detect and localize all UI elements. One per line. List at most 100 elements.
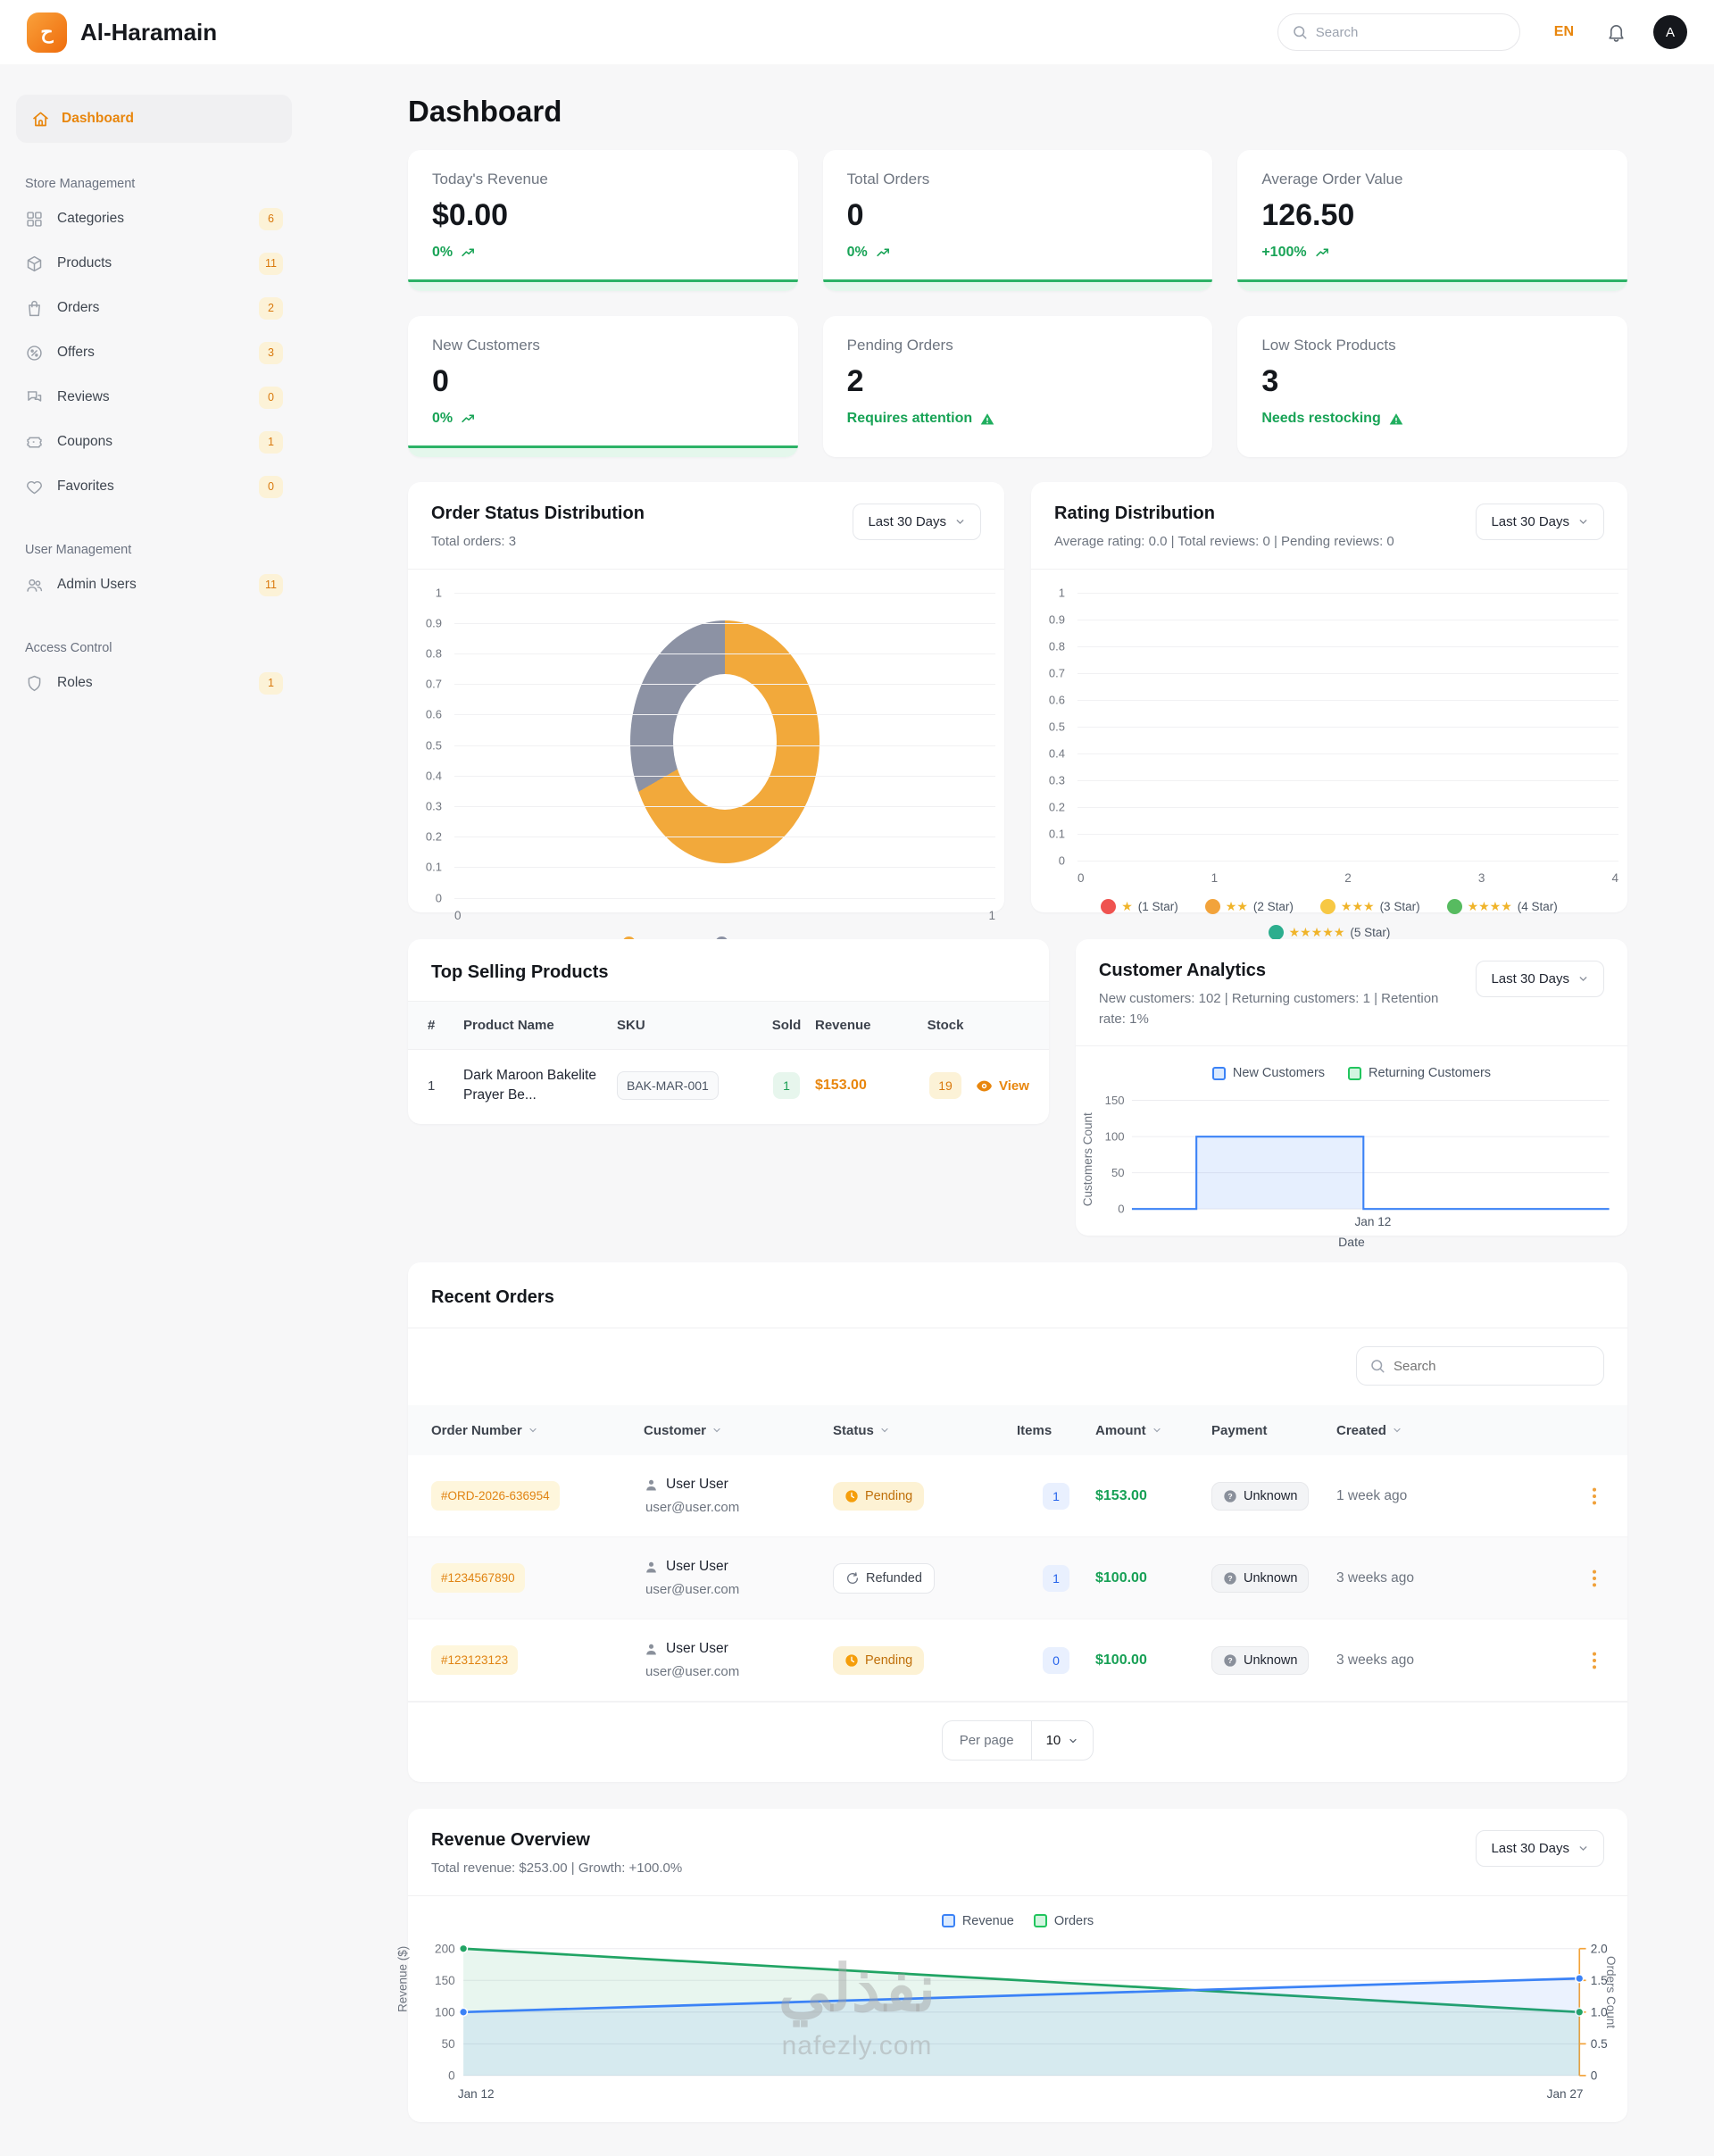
column-header-created[interactable]: Created (1336, 1423, 1542, 1438)
y-axis-label-left: Revenue ($) (396, 1946, 410, 2012)
order-number-badge[interactable]: #123123123 (431, 1645, 518, 1675)
orders-search-input[interactable] (1394, 1359, 1591, 1374)
order-number-badge[interactable]: #1234567890 (431, 1563, 525, 1593)
view-product-button[interactable]: View (976, 1078, 1029, 1094)
y-axis-tick: 0.3 (1049, 773, 1065, 787)
column-header-label: Items (1017, 1423, 1052, 1438)
status-badge: Pending (833, 1482, 924, 1511)
chevron-down-icon (1577, 1843, 1589, 1854)
column-header-label: Order Number (431, 1423, 522, 1438)
stat-change: 0% (432, 411, 774, 427)
x-axis-tick: Jan 12 (1354, 1215, 1391, 1228)
svg-text:50: 50 (442, 2037, 456, 2051)
y-axis-tick: 0.8 (1049, 639, 1065, 653)
customer-cell: User Useruser@user.com (644, 1477, 833, 1515)
column-header-status[interactable]: Status (833, 1423, 1017, 1438)
global-search[interactable] (1277, 13, 1520, 51)
customer-cell: User Useruser@user.com (644, 1559, 833, 1597)
legend-swatch (1034, 1914, 1047, 1927)
count-badge: 0 (259, 476, 283, 498)
star-icons: ★★ (1226, 899, 1248, 914)
customer-cell: User Useruser@user.com (644, 1641, 833, 1679)
gridline: 0.5 (1077, 727, 1618, 728)
stat-value: 3 (1261, 364, 1603, 399)
stat-change: +100% (1261, 245, 1603, 261)
grid-icon (25, 210, 44, 229)
y-axis-tick: 0.2 (426, 830, 442, 844)
chart-legend: RevenueOrders (408, 1914, 1627, 1928)
bag-icon (25, 299, 44, 318)
column-header-order-number[interactable]: Order Number (431, 1423, 644, 1438)
row-menu-button[interactable] (1585, 1565, 1604, 1592)
percent-badge-icon (25, 344, 44, 362)
sidebar-item-offers[interactable]: Offers3 (16, 330, 292, 375)
date-range-dropdown[interactable]: Last 30 Days (853, 504, 981, 540)
count-badge: 2 (259, 297, 283, 320)
column-header-payment: Payment (1211, 1423, 1336, 1438)
search-input[interactable] (1316, 25, 1506, 40)
x-axis-tick: 1 (988, 909, 995, 922)
brand-name: Al-Haramain (80, 19, 217, 46)
legend-dot (1101, 899, 1116, 914)
stat-value: 2 (847, 364, 1189, 399)
warning-icon (1388, 412, 1404, 427)
date-range-dropdown[interactable]: Last 30 Days (1476, 1830, 1604, 1867)
sidebar-item-dashboard[interactable]: Dashboard (16, 95, 292, 143)
legend-item: Returning Customers (1348, 1066, 1491, 1080)
stat-label: Today's Revenue (432, 171, 774, 188)
amount-value: $153.00 (1095, 1488, 1211, 1504)
column-header-label: Amount (1095, 1423, 1146, 1438)
sidebar-item-categories[interactable]: Categories6 (16, 196, 292, 241)
sidebar-item-label: Coupons (57, 434, 112, 450)
card-accent-bar (408, 445, 798, 457)
y-axis-tick: 0.8 (426, 646, 442, 660)
column-header-label: Payment (1211, 1423, 1268, 1438)
y-axis-tick: 0.7 (1049, 666, 1065, 679)
stat-cards: Today's Revenue$0.000%Total Orders00%Ave… (408, 150, 1627, 457)
orders-search[interactable] (1356, 1346, 1604, 1386)
column-header-customer[interactable]: Customer (644, 1423, 833, 1438)
sidebar-item-favorites[interactable]: Favorites0 (16, 464, 292, 509)
ticket-icon (25, 433, 44, 452)
row-menu-button[interactable] (1585, 1647, 1604, 1674)
gridline: 0.6 (454, 714, 995, 715)
sidebar-item-reviews[interactable]: Reviews0 (16, 375, 292, 420)
stat-card-low-stock-products: Low Stock Products3Needs restocking (1237, 316, 1627, 457)
stat-card-total-orders: Total Orders00% (823, 150, 1213, 291)
column-header-amount[interactable]: Amount (1095, 1423, 1211, 1438)
rating-legend-item: ★★(2 Star) (1205, 899, 1294, 914)
svg-text:0: 0 (448, 2069, 455, 2082)
rating-legend-item: ★★★(3 Star) (1320, 899, 1420, 914)
per-page-label: Per page (943, 1721, 1031, 1760)
user-avatar[interactable]: A (1653, 15, 1687, 49)
svg-text:0.5: 0.5 (1591, 2037, 1608, 2051)
column-header: Product Name (463, 1018, 617, 1033)
customer-name: User User (666, 1477, 728, 1493)
sidebar-item-orders[interactable]: Orders2 (16, 286, 292, 330)
svg-text:100: 100 (1105, 1129, 1125, 1143)
per-page-control[interactable]: Per page 10 (942, 1720, 1094, 1761)
order-number-badge[interactable]: #ORD-2026-636954 (431, 1481, 560, 1511)
sidebar-item-admin-users[interactable]: Admin Users11 (16, 562, 292, 607)
sidebar-section-label: Access Control (25, 641, 292, 655)
chart-legend: New CustomersReturning Customers (1076, 1066, 1627, 1080)
legend-label: (3 Star) (1380, 900, 1420, 913)
notifications-bell-icon[interactable] (1606, 22, 1627, 43)
row-menu-button[interactable] (1585, 1483, 1604, 1510)
shield-icon (25, 674, 44, 693)
sidebar-item-coupons[interactable]: Coupons1 (16, 420, 292, 464)
sidebar-item-products[interactable]: Products11 (16, 241, 292, 286)
x-axis-tick: 4 (1611, 871, 1618, 885)
sidebar-item-label: Products (57, 255, 112, 271)
sidebar: Dashboard Store ManagementCategories6Pro… (0, 64, 308, 723)
per-page-select[interactable]: 10 (1032, 1721, 1094, 1760)
date-range-dropdown[interactable]: Last 30 Days (1476, 961, 1604, 997)
stat-change: Requires attention (847, 411, 1189, 427)
sidebar-item-roles[interactable]: Roles1 (16, 661, 292, 705)
date-range-dropdown[interactable]: Last 30 Days (1476, 504, 1604, 540)
language-switcher[interactable]: EN (1554, 24, 1574, 40)
gridline: 1 (454, 593, 995, 594)
question-icon: ? (1223, 1489, 1237, 1503)
y-axis-tick: 0.2 (1049, 800, 1065, 813)
order-row: #ORD-2026-636954 User Useruser@user.comPe… (408, 1455, 1627, 1537)
